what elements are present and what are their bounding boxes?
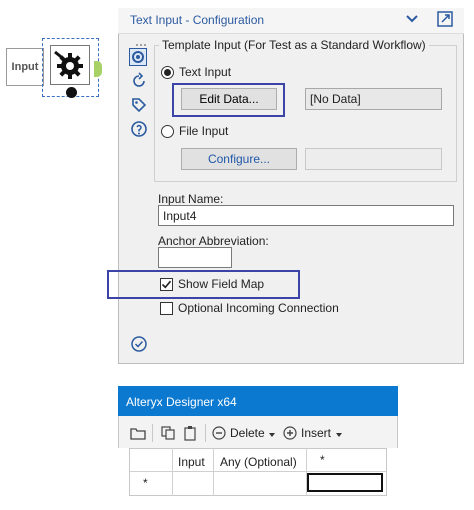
text-input-tool[interactable] (50, 45, 90, 85)
show-field-map-highlight (107, 270, 300, 299)
help-icon[interactable] (130, 120, 148, 138)
file-input-label: File Input (179, 124, 229, 138)
chevron-down-icon[interactable] (404, 12, 420, 26)
paste-icon[interactable] (182, 425, 198, 441)
grid-header-new-column[interactable]: * (320, 453, 325, 467)
grid-divider (172, 448, 173, 496)
grid-row-new-marker: * (143, 476, 148, 490)
anchor-abbreviation-field[interactable] (158, 247, 232, 268)
refresh-icon[interactable] (130, 72, 148, 90)
data-status-field: [No Data] (305, 88, 442, 110)
grid-divider (213, 448, 214, 496)
configuration-title: Text Input - Configuration (130, 13, 265, 27)
dock-icon[interactable] (436, 10, 454, 28)
edit-data-highlight (172, 83, 285, 117)
dropdown-arrow-icon[interactable] (268, 428, 276, 437)
output-anchor[interactable] (94, 61, 102, 77)
optional-incoming-checkbox[interactable] (160, 302, 173, 315)
insert-icon[interactable] (283, 426, 297, 440)
input-name-field[interactable]: Input4 (158, 205, 454, 226)
anchor-abbreviation-label: Anchor Abbreviation: (158, 234, 269, 248)
file-input-radio[interactable] (161, 125, 174, 138)
designer-title: Alteryx Designer x64 (126, 395, 237, 409)
input-name-label: Input Name: (158, 192, 224, 206)
configure-button[interactable]: Configure... (181, 148, 297, 170)
folder-icon[interactable] (130, 425, 146, 441)
gear-icon[interactable] (129, 48, 147, 66)
file-path-field (305, 148, 442, 170)
grid-divider (129, 471, 387, 472)
copy-icon[interactable] (160, 425, 176, 441)
check-circle-icon (130, 335, 148, 353)
gear-arrow-icon (54, 50, 83, 79)
grid-selected-cell[interactable] (307, 473, 383, 492)
tool-badge-icon (66, 87, 77, 98)
tag-icon[interactable] (130, 96, 148, 114)
insert-button[interactable]: Insert (301, 426, 331, 440)
delete-icon[interactable] (212, 426, 226, 440)
template-input-legend: Template Input (For Test as a Standard W… (162, 38, 426, 52)
text-input-label: Text Input (179, 65, 232, 79)
input-label-box: Input (6, 48, 44, 86)
grid-header-type[interactable]: Any (Optional) (220, 455, 297, 469)
optional-incoming-label: Optional Incoming Connection (178, 301, 339, 315)
grid-header-input[interactable]: Input (178, 455, 205, 469)
drag-handle-icon (135, 36, 147, 46)
delete-button[interactable]: Delete (230, 426, 265, 440)
dropdown-arrow-icon[interactable] (335, 428, 343, 437)
toolbar-separator (205, 424, 206, 442)
toolbar-separator (152, 424, 153, 442)
input-tool-label: Input (11, 61, 39, 73)
text-input-radio[interactable] (161, 66, 174, 79)
